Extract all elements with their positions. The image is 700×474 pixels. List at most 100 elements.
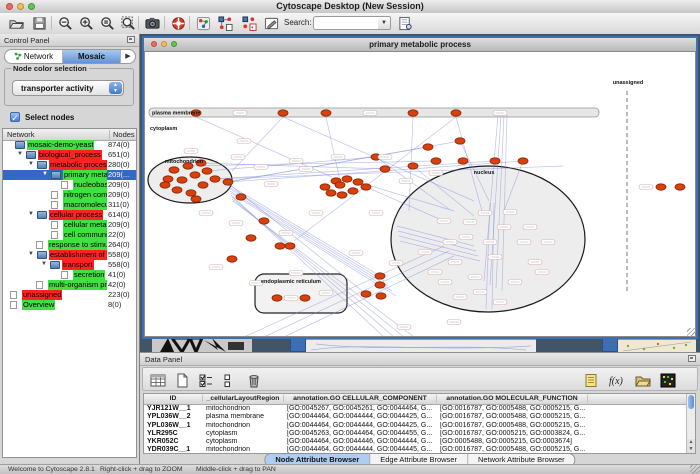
title-bar: Cytoscape Desktop (New Session) <box>0 0 700 14</box>
folder-icon <box>37 251 47 259</box>
expander-icon[interactable]: ▼ <box>41 261 47 267</box>
node-color-select[interactable]: transporter activity ▲▼ <box>12 80 124 96</box>
table-cell: YPL036W__1 <box>147 422 202 430</box>
tree-row[interactable]: ▼primary metabo209(... <box>3 170 136 180</box>
search-options-button[interactable] <box>395 14 415 32</box>
expander-icon[interactable]: ▼ <box>28 161 34 167</box>
svg-text:plasma membrane: plasma membrane <box>152 111 200 117</box>
table-row[interactable]: YJR121W__1mitochondrion[GO:0045267, GO:0… <box>144 405 686 413</box>
vizmapper-button[interactable] <box>193 14 213 32</box>
new-attribute-button[interactable] <box>172 370 192 389</box>
expander-icon[interactable]: ▼ <box>42 171 48 177</box>
float-panel-icon[interactable] <box>127 36 135 43</box>
col-go-cellular-component[interactable]: annotation.GO CELLULAR_COMPONENT <box>284 395 437 402</box>
import-attributes-button[interactable] <box>633 370 653 389</box>
table-vertical-scrollbar[interactable]: ▲▼ <box>686 394 695 453</box>
table-cell: plasma membrane <box>206 413 282 421</box>
network-view-window: primary metabolic process plasma membran… <box>142 36 698 339</box>
tree-row[interactable]: ▼metabolic process280(0) <box>3 160 136 170</box>
birdseye-view-fragment <box>152 338 252 352</box>
attribute-grid-button[interactable] <box>148 370 168 389</box>
background-window-fragment[interactable] <box>602 337 618 352</box>
open-file-button[interactable] <box>6 14 26 32</box>
annotation-button[interactable] <box>261 14 281 32</box>
tree-row[interactable]: cell communicat22(0) <box>3 230 136 240</box>
table-row[interactable]: YPL036W__2plasma membrane[GO:0044464, GO… <box>144 413 686 421</box>
help-lifesaver-button[interactable] <box>168 14 188 32</box>
tab-network[interactable]: Network <box>5 50 63 63</box>
zoom-in-button[interactable] <box>76 14 96 32</box>
zoom-out-button[interactable] <box>55 14 75 32</box>
tree-row-count: 223(0) <box>108 290 130 300</box>
background-window-fragment[interactable] <box>306 339 536 352</box>
background-window-fragment[interactable] <box>618 339 696 352</box>
network-canvas[interactable]: plasma membranecytoplasmmitochondrionnuc… <box>144 51 696 337</box>
tabs-overflow-arrow[interactable]: ▶ <box>121 50 135 63</box>
select-attributes-button[interactable] <box>196 370 216 389</box>
search-input[interactable] <box>313 16 381 30</box>
expander-icon[interactable]: ▼ <box>28 251 34 257</box>
save-button[interactable] <box>29 14 49 32</box>
tree-row[interactable]: unassigned223(0) <box>3 290 136 300</box>
window-resize-grip[interactable] <box>690 464 700 474</box>
float-panel-icon[interactable] <box>688 355 696 362</box>
data-panel: Data Panel f(x) <box>140 352 700 464</box>
col-id[interactable]: ID <box>144 395 203 402</box>
tree-row[interactable]: secretion41(0) <box>3 270 136 280</box>
table-cell: [GO:0016787, GO:0005215, GO:0003824, G..… <box>440 430 588 438</box>
select-nodes-checkbox[interactable]: ✓ <box>10 112 20 122</box>
tree-row[interactable]: cellular metabol209(0) <box>3 220 136 230</box>
tree-row[interactable]: response to stimulu264(0) <box>3 240 136 250</box>
status-bar: Welcome to Cytoscape 2.8.1 Right-click +… <box>0 464 700 474</box>
tree-row[interactable]: macromolecule311(0) <box>3 200 136 210</box>
file-icon <box>61 181 68 189</box>
table-row[interactable]: YKR052Ccytoplasm[GO:0044464, GO:0044446,… <box>144 438 686 446</box>
tree-row-label: cellular metabol <box>63 220 107 230</box>
tree-row[interactable]: mosaic-demo-yeast874(0) <box>3 140 136 150</box>
col-cellular-layout-region[interactable]: _cellularLayoutRegion <box>203 395 284 402</box>
delete-attribute-button[interactable] <box>244 370 264 389</box>
scrollbar-thumb[interactable] <box>688 395 694 409</box>
tree-row[interactable]: ▼transport558(0) <box>3 260 136 270</box>
matrix-button[interactable] <box>658 370 678 389</box>
tree-row-count: 209(0) <box>108 180 130 190</box>
notepad-button[interactable] <box>581 370 601 389</box>
control-panel: Control Panel Network Mosaic ▶ Node colo… <box>0 34 140 464</box>
background-window-fragment[interactable] <box>290 337 306 352</box>
search-dropdown-button[interactable]: ▼ <box>378 16 391 30</box>
tree-row[interactable]: Overview8(0) <box>3 300 136 310</box>
tree-row[interactable]: ▼establishment of lo558(0) <box>3 250 136 260</box>
expander-icon[interactable]: ▼ <box>28 211 34 217</box>
node-color-selection-group: Node color selection transporter activit… <box>4 68 134 106</box>
col-go-molecular-function[interactable]: annotation.GO MOLECULAR_FUNCTION <box>437 395 588 402</box>
tree-row[interactable]: nucleobase-209(0) <box>3 180 136 190</box>
zoom-fit-button[interactable] <box>118 14 138 32</box>
attribute-table-body: YJR121W__1mitochondrion[GO:0045267, GO:0… <box>144 405 686 453</box>
unselect-attributes-button[interactable] <box>220 370 240 389</box>
tree-row-label: biological_process <box>38 150 102 160</box>
tree-col-nodes: Nodes <box>109 130 135 139</box>
tree-row[interactable]: ▼cellular process614(0) <box>3 210 136 220</box>
svg-text:endoplasmic reticulum: endoplasmic reticulum <box>261 279 321 285</box>
tab-mosaic[interactable]: Mosaic <box>63 50 121 63</box>
expander-icon[interactable]: ▼ <box>17 151 23 157</box>
status-pan-hint: Middle-click + drag to PAN <box>196 466 276 473</box>
network-window-titlebar[interactable]: primary metabolic process <box>144 38 696 52</box>
table-row[interactable]: YLR295Ccytoplasm[GO:0045263, GO:0044464,… <box>144 430 686 438</box>
window-resize-grip[interactable] <box>687 328 696 337</box>
tree-row-count: 42(0) <box>108 280 126 290</box>
zoom-selected-button[interactable] <box>97 14 117 32</box>
import-network-file-button[interactable] <box>239 14 259 32</box>
tree-row[interactable]: nitrogen compo209(0) <box>3 190 136 200</box>
formula-button[interactable]: f(x) <box>607 370 627 389</box>
tab-mosaic-label: Mosaic <box>78 52 105 61</box>
file-icon <box>51 221 58 229</box>
table-row[interactable]: YPL036W__1mitochondrion[GO:0044464, GO:0… <box>144 422 686 430</box>
folder-icon <box>15 141 25 149</box>
tree-row[interactable]: multi-organism pro42(0) <box>3 280 136 290</box>
data-panel-toolbar: f(x) <box>142 367 698 391</box>
tree-row[interactable]: ▼biological_process651(0) <box>3 150 136 160</box>
scrollbar-arrows[interactable]: ▲▼ <box>687 439 695 453</box>
snapshot-camera-button[interactable] <box>142 14 162 32</box>
import-network-button[interactable] <box>215 14 235 32</box>
